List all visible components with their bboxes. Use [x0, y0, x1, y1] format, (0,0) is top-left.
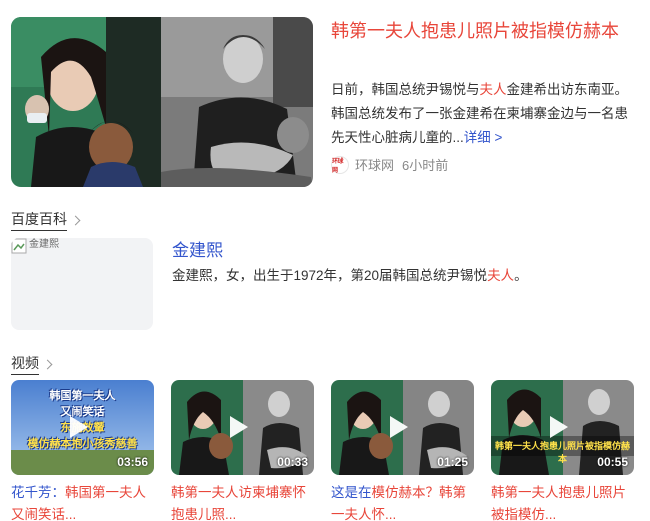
- source-logo-icon: 环球网: [331, 155, 349, 174]
- chevron-right-icon: [42, 359, 53, 369]
- video-thumbnail[interactable]: 01:25: [331, 380, 474, 475]
- video-section-header[interactable]: 视频: [11, 353, 53, 375]
- video-title[interactable]: 花千芳：韩国第一夫人又闹笑话...: [11, 482, 154, 521]
- chevron-right-icon: [70, 215, 81, 225]
- baike-image-alt-text: 金建熙: [29, 239, 59, 250]
- play-icon: [230, 416, 248, 438]
- video-duration: 03:56: [117, 455, 148, 469]
- play-icon: [390, 416, 408, 438]
- video-title-source: 这是在: [331, 485, 372, 500]
- video-section-title: 视频: [11, 353, 39, 375]
- video-duration: 00:55: [597, 455, 628, 469]
- news-source: 环球网 环球网 6小时前: [331, 155, 448, 174]
- video-card[interactable]: 韩国第一夫人 又闹笑话 东施效颦 模仿赫本抱小孩秀慈善 03:56 花千芳：韩国…: [11, 380, 154, 521]
- video-title[interactable]: 韩第一夫人访柬埔寨怀抱患儿照...: [171, 482, 314, 521]
- video-duration: 01:25: [437, 455, 468, 469]
- news-summary-text: 日前，韩国总统尹锡悦与: [331, 82, 480, 97]
- news-summary-highlight: 夫人: [479, 82, 507, 97]
- news-source-name[interactable]: 环球网: [355, 155, 394, 174]
- news-summary: 日前，韩国总统尹锡悦与夫人金建希出访东南亚。韩国总统发布了一张金建希在柬埔寨金边…: [331, 78, 637, 150]
- video-card[interactable]: 01:25 这是在模仿赫本？韩第一夫人怀...: [331, 380, 474, 521]
- baike-entry-title[interactable]: 金建熙: [172, 236, 223, 261]
- video-title[interactable]: 韩第一夫人抱患儿照片被指模仿...: [491, 482, 634, 521]
- play-icon: [550, 416, 568, 438]
- overlay-line: 韩国第一夫人: [49, 390, 116, 402]
- news-time: 6小时前: [402, 158, 449, 173]
- baike-section-header[interactable]: 百度百科: [11, 209, 81, 231]
- broken-image-icon: [11, 238, 27, 254]
- video-title-text: 韩第一夫人访柬埔寨怀抱患儿照...: [171, 485, 306, 521]
- video-card[interactable]: 韩第一夫人抱患儿照片被指模仿赫本 00:55 韩第一夫人抱患儿照片被指模仿...: [491, 380, 634, 521]
- baike-image[interactable]: 金建熙: [11, 238, 153, 330]
- play-icon: [70, 416, 88, 438]
- news-photo: [11, 17, 313, 187]
- baike-section-title: 百度百科: [11, 209, 67, 231]
- video-title-text: 韩第一夫人抱患儿照片被指模仿...: [491, 485, 626, 521]
- news-title[interactable]: 韩第一夫人抱患儿照片被指模仿赫本: [331, 17, 637, 45]
- video-title[interactable]: 这是在模仿赫本？韩第一夫人怀...: [331, 482, 474, 521]
- overlay-line: 模仿赫本抱小孩秀慈善: [27, 438, 138, 450]
- source-logo-text: 环球网: [332, 158, 344, 174]
- video-thumbnail[interactable]: 00:33: [171, 380, 314, 475]
- video-title-source: 花千芳：: [11, 485, 65, 500]
- video-thumbnail[interactable]: 韩第一夫人抱患儿照片被指模仿赫本 00:55: [491, 380, 634, 475]
- video-duration: 00:33: [277, 455, 308, 469]
- video-thumbnail[interactable]: 韩国第一夫人 又闹笑话 东施效颦 模仿赫本抱小孩秀慈善 03:56: [11, 380, 154, 475]
- baike-description: 金建熙，女，出生于1972年，第20届韩国总统尹锡悦夫人。: [172, 264, 528, 284]
- news-thumbnail[interactable]: [11, 17, 313, 187]
- video-card[interactable]: 00:33 韩第一夫人访柬埔寨怀抱患儿照...: [171, 380, 314, 521]
- news-detail-link[interactable]: 详细 >: [464, 130, 503, 145]
- baike-desc-highlight: 夫人: [487, 268, 515, 283]
- baike-desc-text: 金建熙，女，出生于1972年，第20届韩国总统尹锡悦: [172, 268, 488, 283]
- baike-desc-end: 。: [514, 268, 528, 283]
